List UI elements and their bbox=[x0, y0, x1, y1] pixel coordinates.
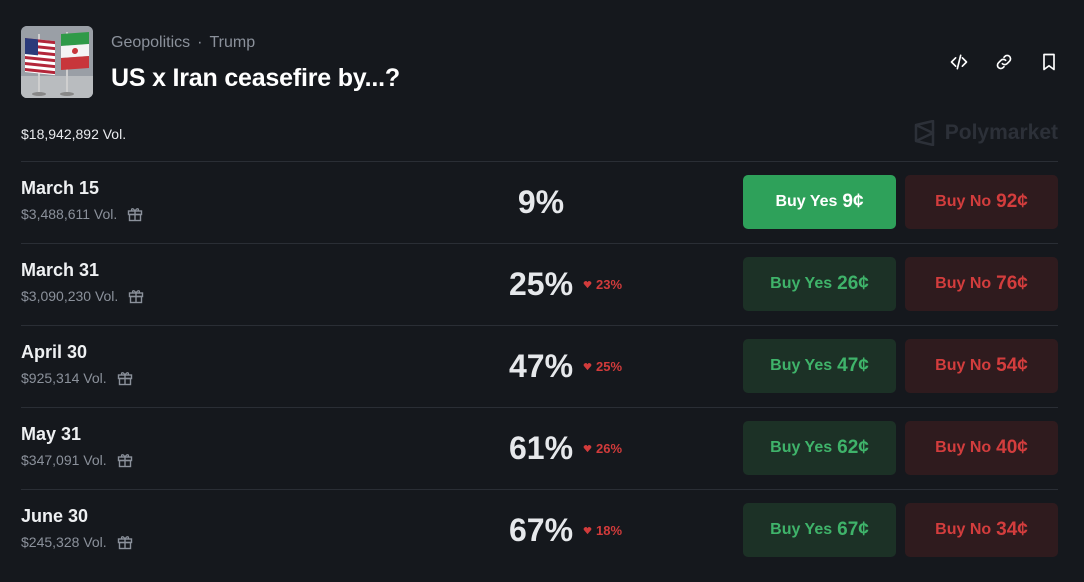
outcome-name: March 31 bbox=[21, 260, 100, 280]
outcome-row[interactable]: March 15 $3,488,611 Vol. 9% Buy Yes 9¢ B… bbox=[21, 161, 1058, 243]
outcome-volume-text: $347,091 Vol. bbox=[21, 452, 107, 468]
outcome-name: June 30 bbox=[21, 506, 89, 526]
probability-change-value: 25% bbox=[596, 359, 623, 374]
market-thumbnail[interactable] bbox=[21, 26, 93, 98]
outcome-volume-text: $925,314 Vol. bbox=[21, 370, 107, 386]
total-volume: $18,942,892 Vol. bbox=[21, 126, 127, 142]
buy-no-label: Buy No bbox=[935, 439, 992, 456]
probability-change-value: 18% bbox=[596, 523, 623, 538]
gift-icon[interactable] bbox=[128, 288, 144, 304]
buy-yes-button[interactable]: Buy Yes 62¢ bbox=[743, 421, 896, 475]
buy-yes-button[interactable]: Buy Yes 9¢ bbox=[743, 175, 896, 229]
heart-icon bbox=[583, 281, 592, 289]
market-header: Geopolitics · Trump US x Iran ceasefire … bbox=[21, 26, 1061, 98]
outcome-probability: 25% bbox=[508, 266, 574, 302]
buy-no-label: Buy No bbox=[935, 521, 992, 538]
link-icon bbox=[996, 54, 1012, 70]
buy-no-button[interactable]: Buy No 76¢ bbox=[905, 257, 1058, 311]
outcome-name: April 30 bbox=[21, 342, 88, 362]
embed-button[interactable] bbox=[947, 50, 971, 74]
probability-change-value: 26% bbox=[596, 441, 623, 456]
gift-icon[interactable] bbox=[117, 370, 133, 386]
buy-yes-button[interactable]: Buy Yes 26¢ bbox=[743, 257, 896, 311]
probability-change-value: 23% bbox=[596, 277, 623, 292]
buy-no-price: 34¢ bbox=[996, 519, 1028, 540]
buy-no-price: 54¢ bbox=[996, 355, 1028, 376]
outcome-volume: $245,328 Vol. bbox=[21, 534, 133, 550]
probability-change: 25% bbox=[583, 359, 622, 374]
breadcrumb-separator: · bbox=[197, 34, 203, 51]
probability-change: 23% bbox=[583, 277, 622, 292]
buy-yes-price: 67¢ bbox=[837, 519, 869, 540]
outcome-probability: 61% bbox=[508, 430, 574, 466]
heart-icon bbox=[583, 445, 592, 453]
outcome-probability: 67% bbox=[508, 512, 574, 548]
code-icon bbox=[950, 54, 968, 70]
buy-no-button[interactable]: Buy No 34¢ bbox=[905, 503, 1058, 557]
buy-yes-price: 26¢ bbox=[837, 273, 869, 294]
buy-yes-price: 47¢ bbox=[837, 355, 869, 376]
heart-icon bbox=[583, 527, 592, 535]
breadcrumb-subcategory[interactable]: Trump bbox=[209, 34, 255, 52]
header-actions bbox=[947, 50, 1061, 74]
buy-no-button[interactable]: Buy No 92¢ bbox=[905, 175, 1058, 229]
buy-no-label: Buy No bbox=[935, 193, 992, 210]
breadcrumb: Geopolitics · Trump bbox=[111, 34, 255, 52]
copy-link-button[interactable] bbox=[992, 50, 1016, 74]
buy-yes-label: Buy Yes bbox=[770, 439, 833, 456]
buy-yes-label: Buy Yes bbox=[770, 275, 833, 292]
buy-yes-label: Buy Yes bbox=[770, 521, 833, 538]
buy-yes-button[interactable]: Buy Yes 47¢ bbox=[743, 339, 896, 393]
probability-change: 18% bbox=[583, 523, 622, 538]
outcome-volume: $3,090,230 Vol. bbox=[21, 288, 144, 304]
buy-no-price: 76¢ bbox=[996, 273, 1028, 294]
market-title: US x Iran ceasefire by...? bbox=[111, 64, 400, 92]
bookmark-button[interactable] bbox=[1037, 50, 1061, 74]
buy-yes-price: 9¢ bbox=[842, 191, 864, 212]
outcome-row[interactable]: May 31 $347,091 Vol. 61% 26% Buy Yes 62¢… bbox=[21, 407, 1058, 489]
outcome-name: March 15 bbox=[21, 178, 100, 198]
buy-no-price: 92¢ bbox=[996, 191, 1028, 212]
outcome-volume-text: $245,328 Vol. bbox=[21, 534, 107, 550]
outcome-volume: $3,488,611 Vol. bbox=[21, 206, 143, 222]
brand-name: Polymarket bbox=[944, 121, 1058, 144]
outcome-volume-text: $3,488,611 Vol. bbox=[21, 206, 118, 222]
polymarket-logo: Polymarket bbox=[913, 120, 1058, 146]
breadcrumb-category[interactable]: Geopolitics bbox=[111, 34, 190, 52]
outcome-volume: $347,091 Vol. bbox=[21, 452, 133, 468]
buy-no-price: 40¢ bbox=[996, 437, 1028, 458]
bookmark-icon bbox=[1043, 53, 1055, 71]
probability-change: 26% bbox=[583, 441, 622, 456]
outcome-probability: 47% bbox=[508, 348, 574, 384]
buy-yes-price: 62¢ bbox=[837, 437, 869, 458]
polymarket-icon bbox=[914, 120, 935, 146]
heart-icon bbox=[583, 363, 592, 371]
buy-yes-label: Buy Yes bbox=[775, 193, 838, 210]
gift-icon[interactable] bbox=[117, 534, 133, 550]
gift-icon[interactable] bbox=[117, 452, 133, 468]
outcome-name: May 31 bbox=[21, 424, 82, 444]
outcome-row[interactable]: March 31 $3,090,230 Vol. 25% 23% Buy Yes… bbox=[21, 243, 1058, 325]
buy-yes-button[interactable]: Buy Yes 67¢ bbox=[743, 503, 896, 557]
buy-no-button[interactable]: Buy No 40¢ bbox=[905, 421, 1058, 475]
outcome-list: March 15 $3,488,611 Vol. 9% Buy Yes 9¢ B… bbox=[21, 161, 1058, 571]
outcome-row[interactable]: June 30 $245,328 Vol. 67% 18% Buy Yes 67… bbox=[21, 489, 1058, 571]
outcome-volume-text: $3,090,230 Vol. bbox=[21, 288, 119, 304]
gift-icon[interactable] bbox=[127, 206, 143, 222]
buy-yes-label: Buy Yes bbox=[770, 357, 833, 374]
outcome-probability: 9% bbox=[517, 184, 565, 220]
buy-no-button[interactable]: Buy No 54¢ bbox=[905, 339, 1058, 393]
buy-no-label: Buy No bbox=[935, 275, 992, 292]
outcome-row[interactable]: April 30 $925,314 Vol. 47% 25% Buy Yes 4… bbox=[21, 325, 1058, 407]
outcome-volume: $925,314 Vol. bbox=[21, 370, 133, 386]
buy-no-label: Buy No bbox=[935, 357, 992, 374]
